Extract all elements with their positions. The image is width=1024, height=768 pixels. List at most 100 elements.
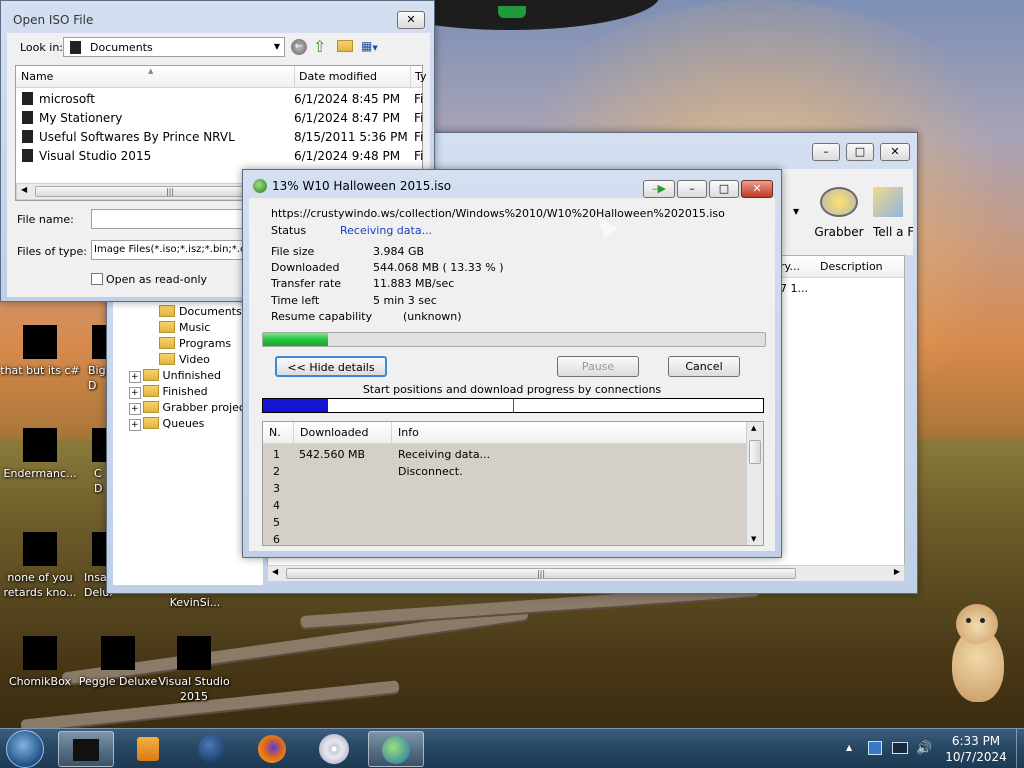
back-icon[interactable]: ← bbox=[291, 39, 307, 55]
connection-1-progress bbox=[263, 399, 328, 412]
tree-item-unfinished[interactable]: + Unfinished bbox=[129, 369, 221, 383]
scroll-up-arrow[interactable]: ▲ bbox=[751, 424, 756, 432]
toolbar-dropdown-arrow[interactable]: ▼ bbox=[793, 207, 799, 216]
hide-details-button[interactable]: << Hide details bbox=[275, 356, 387, 377]
column-header-category[interactable]: ry... bbox=[780, 256, 800, 278]
tree-item-finished[interactable]: + Finished bbox=[129, 385, 208, 399]
connection-row[interactable]: 1 542.560 MB Receiving data... bbox=[263, 446, 745, 463]
show-desktop-button[interactable] bbox=[1016, 729, 1024, 768]
close-button[interactable]: ✕ bbox=[397, 11, 425, 29]
expand-icon[interactable]: + bbox=[129, 371, 141, 383]
connection-row[interactable]: 6 bbox=[263, 531, 745, 545]
download-dialog[interactable]: 13% W10 Halloween 2015.iso –▶ – □ ✕ http… bbox=[242, 169, 782, 558]
file-row[interactable]: Visual Studio 2015 6/1/2024 9:48 PM Fi bbox=[22, 147, 423, 166]
files-of-type-value: Image Files(*.iso;*.isz;*.bin;*.cue bbox=[94, 244, 251, 255]
column-header-name[interactable]: Name bbox=[21, 66, 53, 88]
desktop-icon[interactable]: KevinSi... bbox=[155, 595, 235, 610]
tray-icon-volume[interactable]: 🔊 bbox=[916, 741, 932, 756]
scroll-right-arrow[interactable]: ▶ bbox=[894, 567, 900, 576]
clock[interactable]: 6:33 PM 10/7/2024 bbox=[940, 733, 1012, 765]
close-button[interactable]: ✕ bbox=[741, 180, 773, 198]
transfer-rate-label: Transfer rate bbox=[271, 277, 342, 290]
scroll-left-arrow[interactable]: ◀ bbox=[272, 567, 278, 576]
tree-item-video[interactable]: Video bbox=[159, 353, 210, 366]
column-header-date[interactable]: Date modified bbox=[294, 66, 377, 88]
desktop-icon[interactable]: ChomikBox bbox=[0, 636, 80, 689]
connection-row[interactable]: 2 Disconnect. bbox=[263, 463, 745, 480]
tray-icon-display[interactable] bbox=[892, 742, 908, 754]
connection-row[interactable]: 5 bbox=[263, 514, 745, 531]
show-hidden-icons[interactable]: ▲ bbox=[846, 743, 852, 752]
connections-caption: Start positions and download progress by… bbox=[362, 383, 662, 396]
folder-icon bbox=[22, 92, 33, 105]
column-header-type[interactable]: Ty bbox=[410, 66, 427, 88]
scroll-down-arrow[interactable]: ▼ bbox=[751, 535, 756, 543]
start-button[interactable] bbox=[6, 730, 44, 768]
start-button[interactable]: –▶ bbox=[643, 180, 675, 198]
scroll-thumb[interactable]: ||| bbox=[286, 568, 796, 579]
desktop-icon-label: ChomikBox bbox=[9, 675, 71, 688]
app-icon bbox=[23, 532, 57, 566]
view-menu-icon[interactable]: ▦▼ bbox=[361, 39, 387, 55]
close-button[interactable]: ✕ bbox=[880, 143, 910, 161]
tree-item-documents[interactable]: Documents bbox=[159, 305, 242, 318]
file-name-input[interactable] bbox=[91, 209, 251, 229]
taskbar-button-idm[interactable] bbox=[368, 731, 424, 767]
column-header-n[interactable]: N. bbox=[269, 422, 281, 444]
desktop-icon[interactable]: Peggle Deluxe bbox=[78, 636, 158, 689]
minimize-button[interactable]: – bbox=[677, 180, 707, 198]
scroll-left-arrow[interactable]: ◀ bbox=[21, 185, 27, 194]
taskbar-button-globe[interactable] bbox=[184, 731, 240, 767]
tree-item-programs[interactable]: Programs bbox=[159, 337, 231, 350]
horizontal-scrollbar[interactable]: ◀ ||| ▶ bbox=[267, 565, 905, 582]
look-in-dropdown[interactable]: Documents ▼ bbox=[63, 37, 285, 57]
file-row[interactable]: Useful Softwares By Prince NRVL 8/15/201… bbox=[22, 128, 423, 147]
tree-label: Finished bbox=[162, 385, 208, 398]
new-folder-icon[interactable] bbox=[337, 40, 353, 52]
tree-item-queues[interactable]: + Queues bbox=[129, 417, 204, 431]
tree-label: Music bbox=[179, 321, 211, 334]
maximize-button[interactable]: □ bbox=[709, 180, 739, 198]
expand-icon[interactable]: + bbox=[129, 403, 141, 415]
file-name: My Stationery bbox=[39, 111, 123, 125]
tell-friend-label: Tell a Fr bbox=[873, 225, 913, 239]
up-folder-icon[interactable]: ⇧ bbox=[313, 37, 326, 56]
column-header-description[interactable]: Description bbox=[820, 256, 883, 278]
files-of-type-dropdown[interactable]: Image Files(*.iso;*.isz;*.bin;*.cue bbox=[91, 240, 251, 260]
cancel-button[interactable]: Cancel bbox=[668, 356, 740, 377]
file-list-row[interactable]: 7 1... bbox=[780, 282, 900, 295]
file-date: 6/1/2024 9:48 PM bbox=[294, 149, 401, 163]
pause-button[interactable]: Pause bbox=[557, 356, 639, 377]
file-row[interactable]: microsoft 6/1/2024 8:45 PM Fi bbox=[22, 90, 423, 109]
desktop-icon[interactable]: none of you retards kno... bbox=[0, 532, 80, 600]
tell-friend-button[interactable]: Tell a Fr bbox=[873, 187, 913, 239]
grabber-button[interactable]: Grabber bbox=[809, 187, 869, 239]
tree-label: Programs bbox=[179, 337, 232, 350]
read-only-checkbox[interactable]: Open as read-only bbox=[91, 273, 207, 286]
column-header-downloaded[interactable]: Downloaded bbox=[293, 422, 368, 444]
vertical-scrollbar[interactable]: ▲ ▼ bbox=[746, 422, 763, 545]
hamster-mascot[interactable] bbox=[942, 600, 1006, 704]
taskbar-button-firefox[interactable] bbox=[244, 731, 300, 767]
taskbar-button-explorer[interactable] bbox=[58, 731, 114, 767]
maximize-button[interactable]: □ bbox=[846, 143, 874, 161]
tray-icon-network[interactable] bbox=[868, 741, 882, 755]
tree-item-music[interactable]: Music bbox=[159, 321, 210, 334]
expand-icon[interactable]: + bbox=[129, 419, 141, 431]
expand-icon[interactable]: + bbox=[129, 387, 141, 399]
taskbar-button-media-player[interactable] bbox=[120, 731, 176, 767]
desktop-icon[interactable]: Visual Studio 2015 bbox=[154, 636, 234, 704]
taskbar-button-disc[interactable] bbox=[306, 731, 362, 767]
status-label: Status bbox=[271, 224, 307, 237]
minimize-button[interactable]: – bbox=[812, 143, 840, 161]
desktop-icon[interactable]: Endermanc... bbox=[0, 428, 80, 481]
desktop-icon[interactable]: that but its c# bbox=[0, 325, 80, 378]
connections-table[interactable]: N. Downloaded Info 1 542.560 MB Receiving … bbox=[262, 421, 764, 546]
connection-row[interactable]: 4 bbox=[263, 497, 745, 514]
file-row[interactable]: My Stationery 6/1/2024 8:47 PM Fi bbox=[22, 109, 423, 128]
connection-row[interactable]: 3 bbox=[263, 480, 745, 497]
category-tree[interactable]: Documents Music Programs Video + Unfinish… bbox=[113, 255, 263, 585]
scroll-thumb[interactable] bbox=[749, 440, 761, 464]
tree-item-grabber-projects[interactable]: + Grabber projects bbox=[129, 401, 255, 415]
column-header-info[interactable]: Info bbox=[391, 422, 419, 444]
